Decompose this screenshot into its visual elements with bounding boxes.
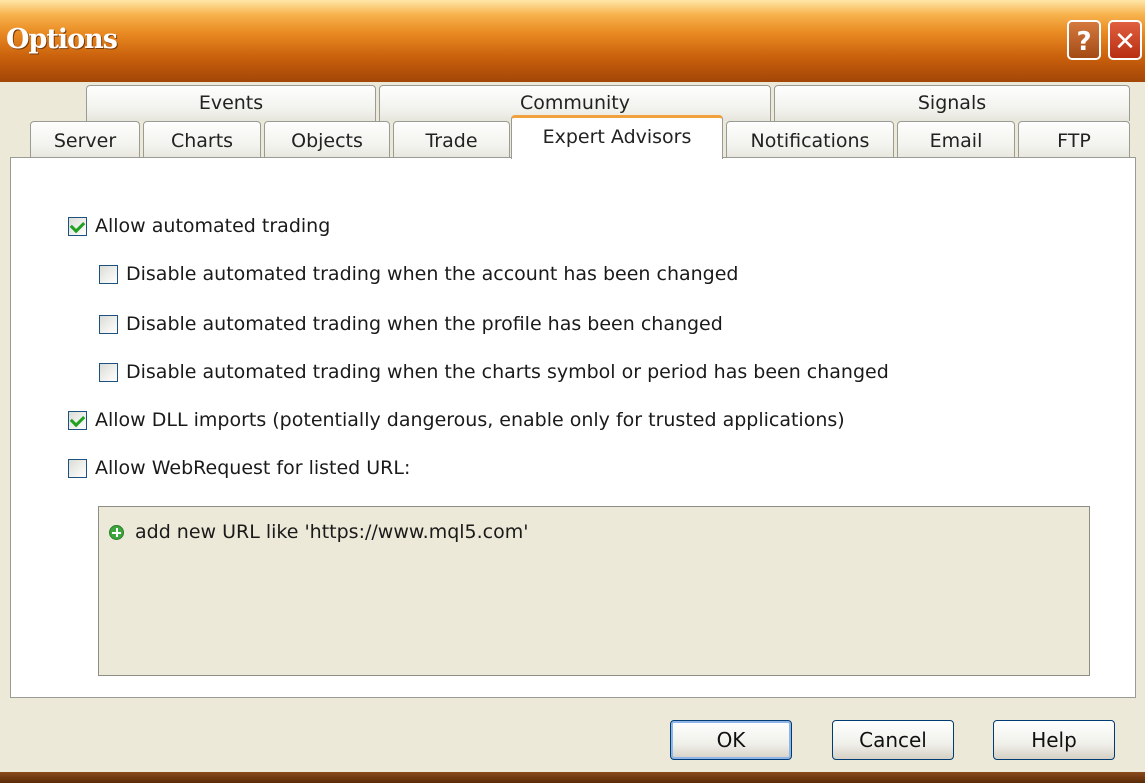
disable-on-profile-change-label: Disable automated trading when the profi… [126,313,723,335]
help-button[interactable]: Help [993,720,1115,760]
allow-webrequest-label: Allow WebRequest for listed URL: [95,457,411,479]
close-button[interactable]: ✕ [1108,20,1142,60]
disable-on-chart-change-label: Disable automated trading when the chart… [126,361,889,383]
disable-on-chart-change-checkbox[interactable] [99,362,118,382]
tab-server[interactable]: Server [30,121,140,159]
url-list[interactable]: add new URL like 'https://www.mql5.com' [98,506,1090,676]
disable-on-account-change-option[interactable]: Disable automated trading when the accou… [99,262,739,286]
tab-expert-advisors[interactable]: Expert Advisors [511,115,723,159]
allow-automated-trading-checkbox[interactable] [68,216,87,236]
help-title-button[interactable]: ? [1067,20,1101,60]
tab-objects[interactable]: Objects [264,121,390,159]
tab-trade[interactable]: Trade [393,121,510,159]
allow-dll-imports-checkbox[interactable] [68,410,87,430]
options-dialog: Options ? ✕ Events Community Signals Ser… [0,0,1145,777]
add-url-item[interactable]: add new URL like 'https://www.mql5.com' [109,521,528,543]
cancel-button[interactable]: Cancel [832,720,954,760]
ok-button[interactable]: OK [670,720,792,760]
window-bottom-border [0,772,1145,783]
disable-on-profile-change-checkbox[interactable] [99,314,118,334]
tab-events[interactable]: Events [86,85,376,121]
expert-advisors-panel: Allow automated trading Disable automate… [10,157,1136,698]
disable-on-profile-change-option[interactable]: Disable automated trading when the profi… [99,312,723,336]
tab-notifications[interactable]: Notifications [726,121,894,159]
allow-dll-imports-option[interactable]: Allow DLL imports (potentially dangerous… [68,408,845,432]
disable-on-account-change-label: Disable automated trading when the accou… [126,263,739,285]
allow-webrequest-checkbox[interactable] [68,458,87,478]
add-plus-icon [109,524,124,540]
window-title: Options [6,24,118,55]
disable-on-account-change-checkbox[interactable] [99,264,118,284]
disable-on-chart-change-option[interactable]: Disable automated trading when the chart… [99,360,889,384]
add-url-label: add new URL like 'https://www.mql5.com' [135,521,529,543]
tab-charts[interactable]: Charts [143,121,261,159]
allow-dll-imports-label: Allow DLL imports (potentially dangerous… [95,409,845,431]
allow-webrequest-option[interactable]: Allow WebRequest for listed URL: [68,456,410,480]
allow-automated-trading-option[interactable]: Allow automated trading [68,214,330,238]
title-bar[interactable]: Options ? ✕ [0,0,1145,82]
tab-email[interactable]: Email [897,121,1015,159]
tab-signals[interactable]: Signals [774,85,1130,121]
tab-ftp[interactable]: FTP [1018,121,1130,159]
allow-automated-trading-label: Allow automated trading [95,215,331,237]
